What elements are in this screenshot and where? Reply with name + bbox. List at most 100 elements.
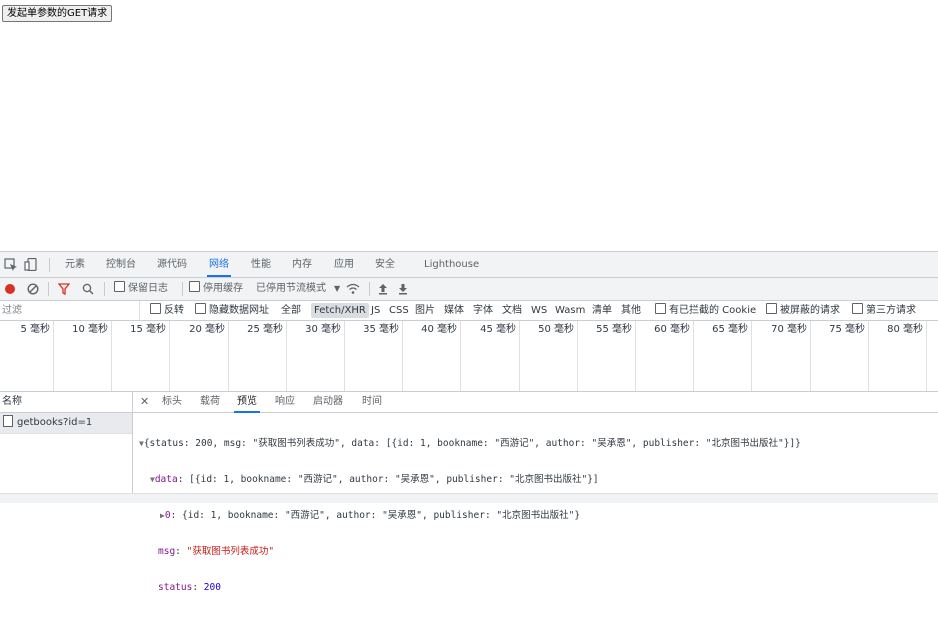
json-number-value: 200: [203, 582, 221, 593]
json-root-summary: {status: 200, msg: "获取图书列表成功", data: [{i…: [143, 438, 801, 449]
timeline-gridline: [228, 321, 229, 391]
filter-type-js[interactable]: JS: [371, 301, 380, 320]
json-data-row[interactable]: ▼data: [{id: 1, bookname: "西游记", author:…: [133, 474, 938, 486]
download-icon[interactable]: [397, 283, 409, 295]
request-name: getbooks?id=1: [17, 417, 93, 428]
json-value: : {id: 1, bookname: "西游记", author: "吴承恩"…: [170, 510, 581, 521]
json-root-row[interactable]: ▼{status: 200, msg: "获取图书列表成功", data: [{…: [133, 438, 938, 450]
blocked-cookies-label: 有已拦截的 Cookie: [669, 305, 757, 316]
json-item-row[interactable]: ▶0: {id: 1, bookname: "西游记", author: "吴承…: [133, 510, 938, 522]
timeline-label: 35 毫秒: [363, 324, 399, 335]
checkbox-box: [189, 281, 200, 292]
tab-console[interactable]: 控制台: [106, 252, 136, 277]
get-request-button[interactable]: 发起单参数的GET请求: [2, 5, 113, 22]
search-icon[interactable]: [82, 283, 94, 295]
toolbar-divider: [369, 282, 370, 296]
timeline-gridline: [53, 321, 54, 391]
chevron-down-icon: ▼: [334, 284, 341, 293]
filter-type-img[interactable]: 图片: [415, 301, 435, 320]
third-party-checkbox[interactable]: 第三方请求: [852, 301, 916, 320]
status-bar: [0, 493, 938, 503]
timeline-label: 40 毫秒: [421, 324, 457, 335]
clear-icon[interactable]: [27, 283, 39, 295]
filter-type-css[interactable]: CSS: [389, 301, 409, 320]
toolbar-divider: [104, 282, 105, 296]
blocked-requests-checkbox[interactable]: 被屏蔽的请求: [766, 301, 840, 320]
checkbox-box: [150, 303, 161, 314]
tab-initiator[interactable]: 启动器: [313, 392, 343, 412]
inspect-element-icon[interactable]: [4, 258, 18, 271]
tab-application[interactable]: 应用: [334, 252, 354, 277]
timeline-gridline: [693, 321, 694, 391]
disable-cache-label: 停用缓存: [203, 283, 243, 294]
timeline-gridline: [402, 321, 403, 391]
tab-memory[interactable]: 内存: [292, 252, 312, 277]
timeline-label: 25 毫秒: [247, 324, 283, 335]
filter-icon[interactable]: [58, 283, 70, 295]
names-header[interactable]: 名称: [0, 392, 132, 413]
filter-type-ws[interactable]: WS: [531, 301, 547, 320]
tab-sources[interactable]: 源代码: [157, 252, 187, 277]
tab-preview[interactable]: 预览: [234, 392, 260, 413]
checkbox-box: [655, 303, 666, 314]
tab-timing[interactable]: 时间: [362, 392, 382, 412]
network-toolbar: 保留日志 停用缓存 已停用节流模式 ▼: [0, 278, 938, 301]
tab-network[interactable]: 网络: [207, 252, 231, 277]
filter-input[interactable]: 过滤: [0, 301, 140, 320]
device-toolbar-icon[interactable]: [24, 258, 38, 271]
timeline-label: 70 毫秒: [771, 324, 807, 335]
close-icon[interactable]: ✕: [140, 392, 149, 412]
json-colon: :: [192, 582, 204, 593]
checkbox-box: [195, 303, 206, 314]
filter-bar: 过滤 反转 隐藏数据网址 全部 Fetch/XHR JS CSS 图片 媒体 字…: [0, 301, 938, 321]
timeline-overview[interactable]: 5 毫秒 10 毫秒 15 毫秒 20 毫秒 25 毫秒 30 毫秒 35 毫秒 40 毫秒 4…: [0, 321, 938, 392]
blocked-cookies-checkbox[interactable]: 有已拦截的 Cookie: [655, 301, 756, 320]
timeline-gridline: [577, 321, 578, 391]
record-icon[interactable]: [4, 283, 16, 295]
filter-type-doc[interactable]: 文档: [502, 301, 522, 320]
json-preview: ▼{status: 200, msg: "获取图书列表成功", data: [{…: [133, 414, 938, 618]
filter-type-font[interactable]: 字体: [473, 301, 493, 320]
preserve-log-checkbox[interactable]: 保留日志: [114, 278, 168, 300]
filter-type-media[interactable]: 媒体: [444, 301, 464, 320]
timeline-label: 45 毫秒: [480, 324, 516, 335]
filter-type-all[interactable]: 全部: [281, 301, 301, 320]
timeline-label: 65 毫秒: [712, 324, 748, 335]
timeline-gridline: [635, 321, 636, 391]
throttling-select[interactable]: 已停用节流模式 ▼: [256, 278, 340, 300]
json-colon: :: [175, 546, 187, 557]
throttling-label: 已停用节流模式: [256, 283, 326, 294]
request-row[interactable]: getbooks?id=1: [0, 413, 132, 434]
tab-headers[interactable]: 标头: [162, 392, 182, 412]
json-string-value: "获取图书列表成功": [186, 546, 275, 557]
timeline-gridline: [519, 321, 520, 391]
timeline-gridline: [926, 321, 927, 391]
checkbox-box: [766, 303, 777, 314]
tab-response[interactable]: 响应: [275, 392, 295, 412]
hide-data-urls-checkbox[interactable]: 隐藏数据网址: [195, 301, 269, 320]
filter-type-fetch-xhr[interactable]: Fetch/XHR: [311, 303, 369, 318]
invert-label: 反转: [164, 305, 184, 316]
tab-elements[interactable]: 元素: [65, 252, 85, 277]
tab-performance[interactable]: 性能: [251, 252, 271, 277]
tab-security[interactable]: 安全: [375, 252, 395, 277]
upload-icon[interactable]: [377, 283, 389, 295]
timeline-gridline: [751, 321, 752, 391]
tab-lighthouse[interactable]: Lighthouse: [424, 252, 479, 277]
timeline-gridline: [810, 321, 811, 391]
hide-data-urls-label: 隐藏数据网址: [209, 305, 269, 316]
timeline-gridline: [460, 321, 461, 391]
filter-type-manifest[interactable]: 清单: [592, 301, 612, 320]
details-tabbar: ✕ 标头 载荷 预览 响应 启动器 时间: [133, 392, 938, 413]
tab-payload[interactable]: 载荷: [200, 392, 220, 412]
filter-type-wasm[interactable]: Wasm: [555, 301, 585, 320]
timeline-label: 30 毫秒: [305, 324, 341, 335]
json-status-row: status: 200: [133, 582, 938, 594]
checkbox-box: [852, 303, 863, 314]
filter-type-other[interactable]: 其他: [621, 301, 641, 320]
timeline-label: 60 毫秒: [654, 324, 690, 335]
disable-cache-checkbox[interactable]: 停用缓存: [189, 278, 243, 300]
timeline-label: 80 毫秒: [887, 324, 923, 335]
network-conditions-icon[interactable]: [346, 283, 360, 295]
invert-checkbox[interactable]: 反转: [150, 301, 184, 320]
